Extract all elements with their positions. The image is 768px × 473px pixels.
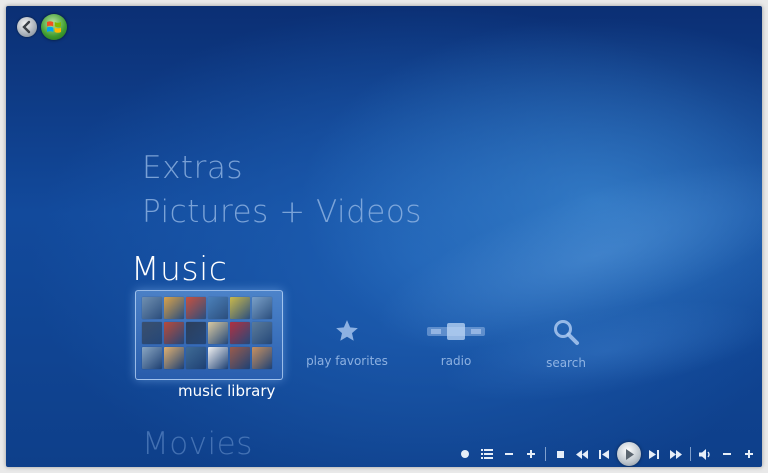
- volume-icon: [698, 448, 710, 460]
- album-thumbnail: [142, 297, 162, 319]
- menu-item-movies[interactable]: Movies: [142, 426, 253, 462]
- play-icon: [626, 448, 634, 460]
- guide-icon: [481, 449, 493, 459]
- album-thumbnail: [208, 347, 228, 369]
- fast-forward-icon: [670, 449, 682, 459]
- search-label: search: [546, 356, 586, 370]
- fast-forward-button[interactable]: [665, 443, 687, 465]
- album-thumbnail: [208, 322, 228, 344]
- music-library-label: music library: [178, 382, 276, 400]
- back-button[interactable]: [17, 17, 37, 37]
- album-thumbnail: [186, 297, 206, 319]
- guide-button[interactable]: [476, 443, 498, 465]
- separator: [690, 447, 691, 461]
- album-thumbnail: [164, 347, 184, 369]
- plus-icon: [527, 450, 535, 458]
- play-favorites-item[interactable]: play favorites: [306, 318, 388, 368]
- menu-item-extras[interactable]: Extras: [142, 150, 243, 186]
- minus-icon: [505, 453, 513, 455]
- stop-icon: [556, 450, 564, 458]
- play-button[interactable]: [617, 442, 641, 466]
- rewind-icon: [576, 449, 588, 459]
- record-icon: [461, 450, 469, 458]
- channel-down-button[interactable]: [498, 443, 520, 465]
- play-favorites-label: play favorites: [306, 354, 388, 368]
- transport-controls: [454, 442, 760, 466]
- music-library-tile[interactable]: [135, 290, 283, 380]
- album-thumbnail: [252, 322, 272, 344]
- album-thumbnail: [208, 297, 228, 319]
- channel-up-button[interactable]: [520, 443, 542, 465]
- search-item[interactable]: search: [528, 318, 604, 370]
- radio-item[interactable]: radio: [418, 318, 494, 368]
- album-thumbnail: [252, 347, 272, 369]
- radio-label: radio: [440, 354, 472, 368]
- separator: [545, 447, 546, 461]
- plus-icon: [745, 450, 753, 458]
- album-art-grid: [142, 297, 276, 373]
- menu-item-pictures-videos[interactable]: Pictures + Videos: [142, 194, 422, 230]
- album-thumbnail: [230, 322, 250, 344]
- previous-icon: [599, 449, 609, 459]
- rewind-button[interactable]: [571, 443, 593, 465]
- record-button[interactable]: [454, 443, 476, 465]
- volume-down-button[interactable]: [716, 443, 738, 465]
- windows-logo-icon: [47, 21, 61, 33]
- next-icon: [649, 449, 659, 459]
- stop-button[interactable]: [549, 443, 571, 465]
- volume-up-button[interactable]: [738, 443, 760, 465]
- previous-button[interactable]: [593, 443, 615, 465]
- star-icon: [336, 320, 358, 341]
- album-thumbnail: [186, 347, 206, 369]
- album-thumbnail: [142, 347, 162, 369]
- magnifier-icon: [554, 320, 579, 345]
- mute-button[interactable]: [694, 443, 716, 465]
- album-thumbnail: [186, 322, 206, 344]
- album-thumbnail: [252, 297, 272, 319]
- album-thumbnail: [164, 297, 184, 319]
- album-thumbnail: [164, 322, 184, 344]
- arrow-left-icon: [22, 20, 31, 34]
- minus-icon: [723, 453, 731, 455]
- album-thumbnail: [230, 297, 250, 319]
- media-center-window: Extras Pictures + Videos Music Movies mu…: [6, 6, 762, 467]
- album-thumbnail: [142, 322, 162, 344]
- start-button[interactable]: [41, 14, 67, 40]
- menu-item-music[interactable]: Music: [131, 249, 227, 288]
- radio-icon: [427, 323, 485, 340]
- next-button[interactable]: [643, 443, 665, 465]
- album-thumbnail: [230, 347, 250, 369]
